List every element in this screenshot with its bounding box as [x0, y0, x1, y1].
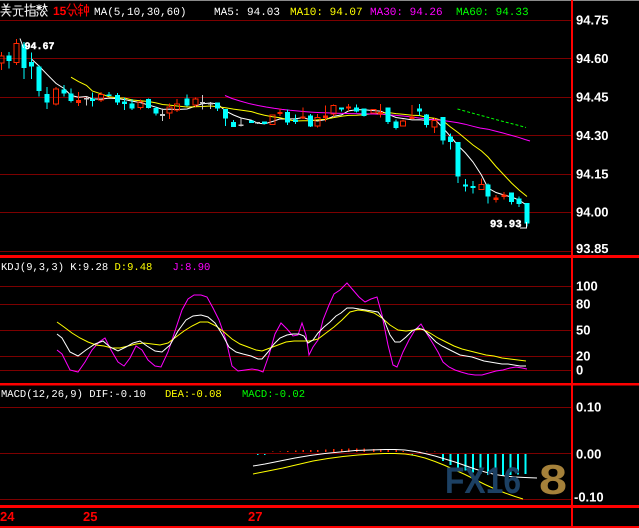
- svg-text:94.75: 94.75: [576, 13, 609, 28]
- svg-text:94.67: 94.67: [25, 42, 55, 53]
- svg-text:FX16: FX16: [445, 460, 521, 501]
- svg-text:0: 0: [576, 363, 583, 378]
- svg-text:MACD:-0.02: MACD:-0.02: [242, 389, 305, 401]
- svg-text:27: 27: [248, 509, 262, 524]
- svg-text:94.60: 94.60: [576, 51, 609, 66]
- svg-text:94.45: 94.45: [576, 90, 609, 105]
- svg-text:MA(5,10,30,60): MA(5,10,30,60): [94, 7, 186, 19]
- svg-text:MA30: 94.26: MA30: 94.26: [370, 7, 443, 19]
- svg-text:80: 80: [576, 297, 590, 312]
- svg-text:94.15: 94.15: [576, 167, 609, 182]
- svg-text:0.10: 0.10: [576, 400, 601, 415]
- svg-text:24: 24: [0, 509, 15, 524]
- svg-text:100: 100: [576, 279, 598, 294]
- svg-text:J:8.90: J:8.90: [173, 262, 211, 274]
- svg-text:KDJ(9,3,3) K:9.28: KDJ(9,3,3) K:9.28: [1, 262, 108, 274]
- svg-text:93.93: 93.93: [490, 219, 522, 231]
- svg-text:MA10: 94.07: MA10: 94.07: [290, 7, 363, 19]
- svg-text:20: 20: [576, 349, 590, 364]
- svg-text:94.30: 94.30: [576, 128, 609, 143]
- svg-text:50: 50: [576, 323, 590, 338]
- svg-text:93.85: 93.85: [576, 241, 609, 256]
- svg-text:8: 8: [539, 456, 567, 503]
- svg-text:15: 15: [53, 4, 67, 18]
- svg-text:25: 25: [83, 509, 97, 524]
- svg-text:-0.10: -0.10: [574, 490, 604, 505]
- svg-text:MA60: 94.33: MA60: 94.33: [456, 7, 529, 19]
- svg-text:MACD(12,26,9) DIF:-0.10: MACD(12,26,9) DIF:-0.10: [1, 389, 146, 401]
- svg-text:MA5: 94.03: MA5: 94.03: [214, 7, 280, 19]
- svg-text:DEA:-0.08: DEA:-0.08: [165, 389, 222, 401]
- svg-text:D:9.48: D:9.48: [115, 262, 153, 274]
- svg-text:0.00: 0.00: [576, 447, 601, 462]
- svg-text:94.00: 94.00: [576, 205, 609, 220]
